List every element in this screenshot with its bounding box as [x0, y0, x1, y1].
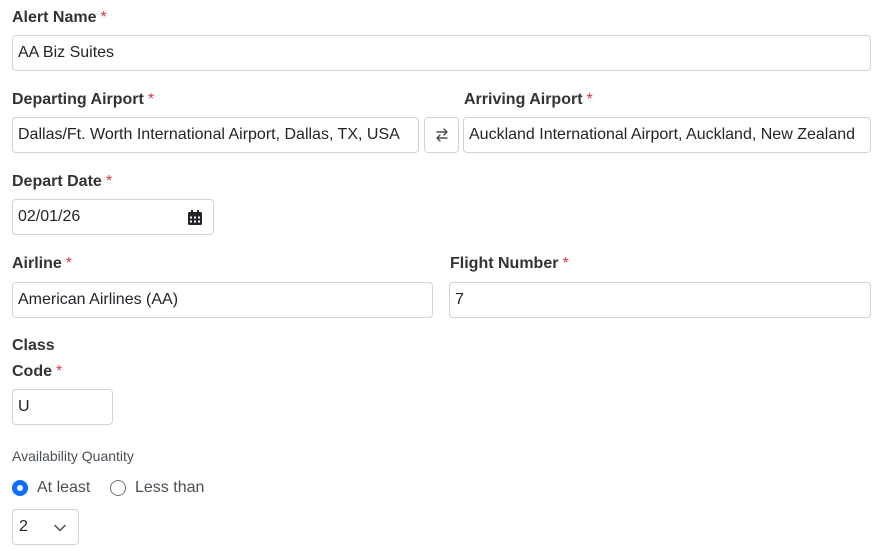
quantity-select-value: 2 — [19, 518, 28, 535]
required-marker: * — [56, 363, 63, 380]
required-marker: * — [65, 255, 73, 272]
departing-airport-label-text: Departing Airport — [12, 91, 144, 108]
radio-less-than-control[interactable] — [110, 480, 126, 496]
swap-arrows-icon — [435, 128, 448, 142]
required-marker: * — [147, 91, 155, 108]
airline-value: American Airlines (AA) — [18, 291, 179, 308]
arriving-airport-label: Arriving Airport * — [464, 90, 593, 110]
required-marker: * — [586, 91, 593, 108]
radio-at-least[interactable]: At least — [12, 478, 90, 498]
alert-name-value: AA Biz Suites — [18, 44, 115, 61]
departing-airport-input[interactable]: Dallas/Ft. Worth International Airport, … — [12, 117, 419, 153]
arriving-airport-value: Auckland International Airport, Auckland… — [469, 126, 856, 143]
airline-label-text: Airline — [12, 255, 62, 272]
depart-date-input[interactable]: 02/01/26 — [12, 199, 214, 235]
radio-at-least-label[interactable]: At least — [37, 478, 90, 498]
required-marker: * — [562, 255, 569, 272]
depart-date-label: Depart Date * — [12, 172, 112, 192]
radio-at-least-control[interactable] — [12, 480, 28, 496]
depart-date-value: 02/01/26 — [18, 208, 81, 225]
departing-airport-value: Dallas/Ft. Worth International Airport, … — [18, 126, 400, 143]
arriving-airport-input[interactable]: Auckland International Airport, Auckland… — [463, 117, 871, 153]
class-code-label-line2: Code — [12, 363, 52, 380]
airline-input[interactable]: American Airlines (AA) — [12, 282, 433, 318]
required-marker: * — [105, 173, 113, 190]
arriving-airport-label-text: Arriving Airport — [464, 91, 583, 108]
flight-number-input[interactable]: 7 — [449, 282, 871, 318]
required-marker: * — [100, 9, 107, 26]
quantity-select[interactable]: 2 — [12, 509, 79, 545]
class-code-value: U — [18, 398, 30, 415]
radio-less-than-label[interactable]: Less than — [135, 478, 204, 498]
chevron-down-icon — [54, 524, 66, 532]
alert-name-input[interactable]: AA Biz Suites — [12, 35, 871, 71]
flight-number-label: Flight Number * — [450, 254, 569, 274]
class-code-label: Class Code * — [12, 336, 62, 382]
departing-airport-label: Departing Airport * — [12, 90, 154, 110]
availability-quantity-label: Availability Quantity — [12, 448, 134, 464]
flight-number-value: 7 — [455, 291, 464, 308]
swap-airports-button[interactable] — [424, 117, 459, 153]
class-code-label-line1: Class — [12, 337, 55, 354]
airline-label: Airline * — [12, 254, 72, 274]
alert-name-label: Alert Name * — [12, 8, 107, 28]
class-code-input[interactable]: U — [12, 389, 113, 425]
flight-number-label-text: Flight Number — [450, 255, 559, 272]
alert-name-label-text: Alert Name — [12, 9, 97, 26]
depart-date-label-text: Depart Date — [12, 173, 102, 190]
radio-less-than[interactable]: Less than — [110, 478, 204, 498]
calendar-icon[interactable] — [188, 210, 202, 225]
